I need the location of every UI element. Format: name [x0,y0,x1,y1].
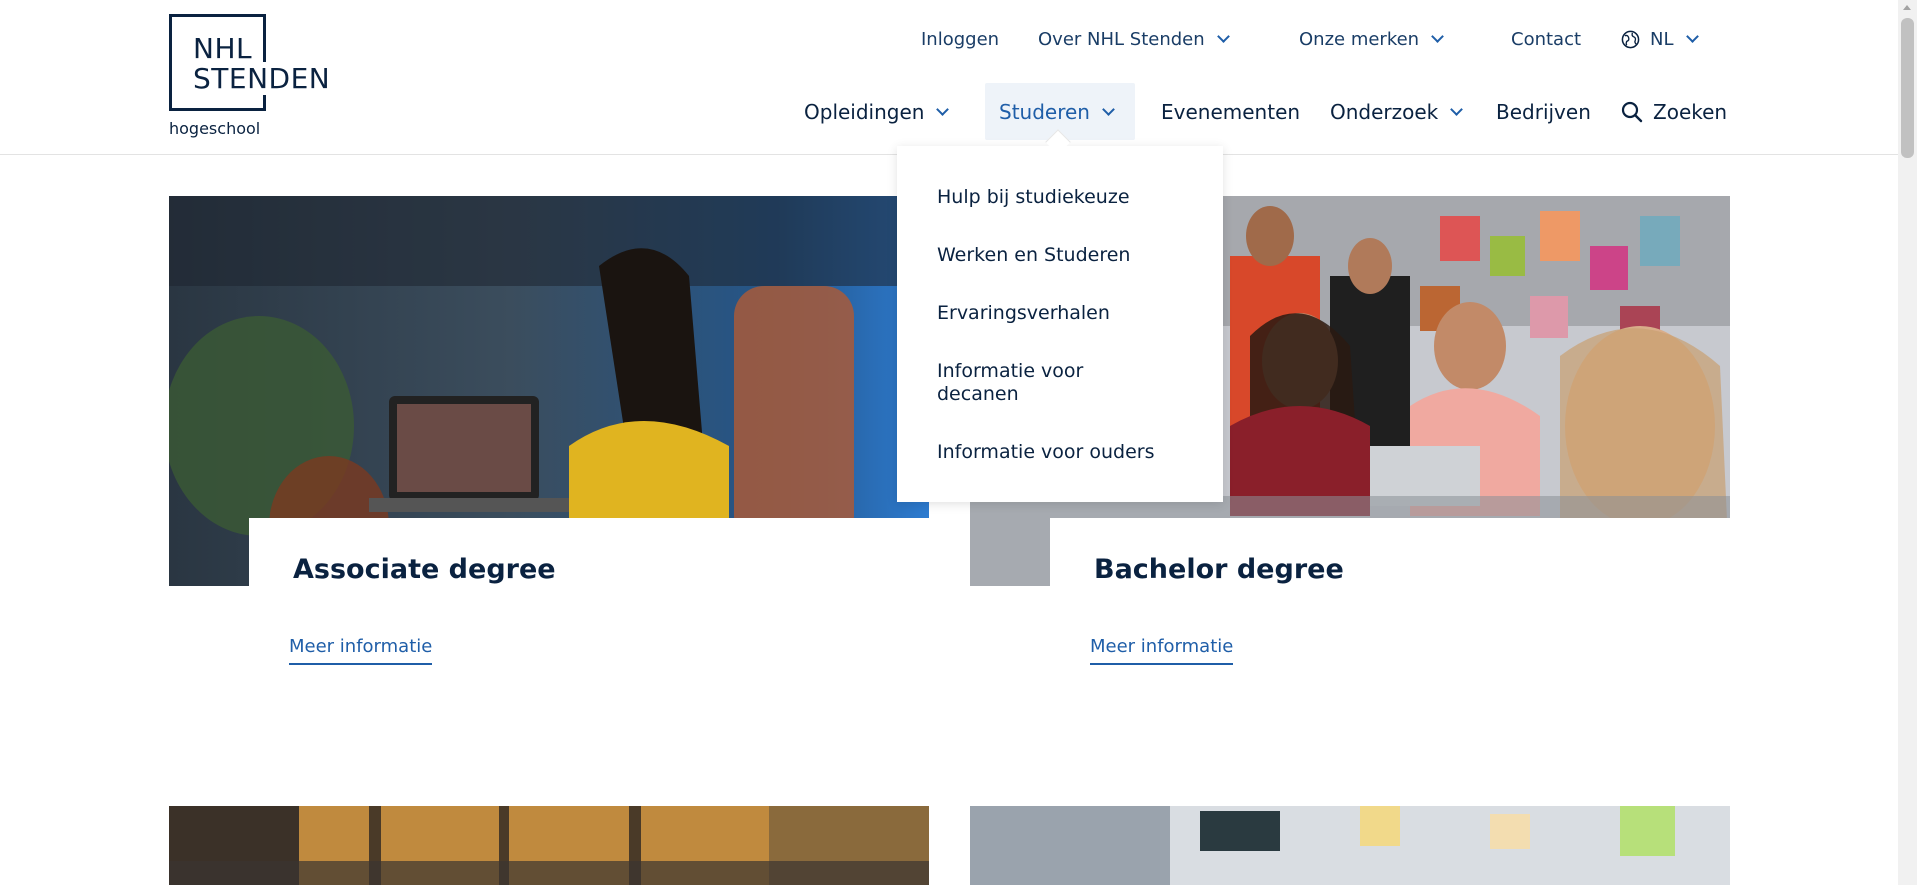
main-nav-companies[interactable]: Bedrijven [1496,83,1591,140]
main-nav-programs-label: Opleidingen [804,99,925,124]
main-nav-companies-label: Bedrijven [1496,99,1591,124]
main-nav-events-label: Evenementen [1161,99,1301,124]
card-title: Bachelor degree [1094,554,1344,585]
main-nav-search-label: Zoeken [1653,99,1728,124]
studying-dropdown-menu: Hulp bij studiekeuze Werken en Studeren … [897,146,1223,502]
top-nav-brands[interactable]: Onze merken [1299,26,1444,52]
more-info-link[interactable]: Meer informatie [289,636,433,665]
site-header: NHL STENDEN hogeschool Inloggen Over NHL… [0,0,1898,155]
top-nav-login[interactable]: Inloggen [921,26,999,52]
card-panel [249,518,929,718]
chevron-down-icon [1685,30,1699,43]
card-title: Associate degree [293,554,556,585]
dropdown-item-experience-stories[interactable]: Ervaringsverhalen [897,302,1223,325]
main-nav-search[interactable]: Zoeken [1621,83,1727,140]
chevron-down-icon [1431,30,1444,43]
scroll-up-arrow-icon[interactable] [1903,5,1911,10]
chevron-down-icon [1450,102,1464,116]
page-scrollbar[interactable] [1898,0,1917,885]
card-image-bottom-right [970,806,1730,885]
logo-text-line1: NHL [193,32,253,65]
search-icon [1621,101,1643,122]
more-info-link[interactable]: Meer informatie [1090,636,1234,665]
top-nav-login-label: Inloggen [921,28,1000,50]
main-nav-events[interactable]: Evenementen [1161,83,1300,140]
language-selector[interactable]: NL [1621,26,1699,52]
dropdown-item-info-parents[interactable]: Informatie voor ouders [897,441,1223,464]
chevron-down-icon [1102,102,1115,116]
logo-subtitle: hogeschool [169,119,261,138]
top-nav-contact-label: Contact [1511,28,1582,50]
top-nav-about-label: Over NHL Stenden [1038,28,1205,50]
dropdown-item-info-deans[interactable]: Informatie voor decanen [897,360,1147,406]
card-image-bottom-left [169,806,929,885]
dropdown-item-study-choice[interactable]: Hulp bij studiekeuze [897,186,1223,209]
scrollbar-thumb[interactable] [1901,18,1914,158]
site-logo[interactable]: NHL STENDEN hogeschool [169,14,339,144]
chevron-down-icon [936,102,950,116]
main-nav-research[interactable]: Onderzoek [1330,83,1464,140]
language-label: NL [1650,28,1674,50]
top-nav-contact[interactable]: Contact [1511,26,1581,52]
main-nav-research-label: Onderzoek [1330,99,1439,124]
top-nav-brands-label: Onze merken [1299,28,1420,50]
main-nav-studying-label: Studeren [999,99,1090,124]
card-panel [1050,518,1730,718]
logo-text-line2: STENDEN [193,62,335,95]
dropdown-item-work-and-study[interactable]: Werken en Studeren [897,244,1223,267]
globe-icon [1621,30,1640,48]
chevron-down-icon [1216,30,1230,43]
main-nav-programs[interactable]: Opleidingen [804,83,950,140]
top-nav-about[interactable]: Over NHL Stenden [1038,26,1230,52]
